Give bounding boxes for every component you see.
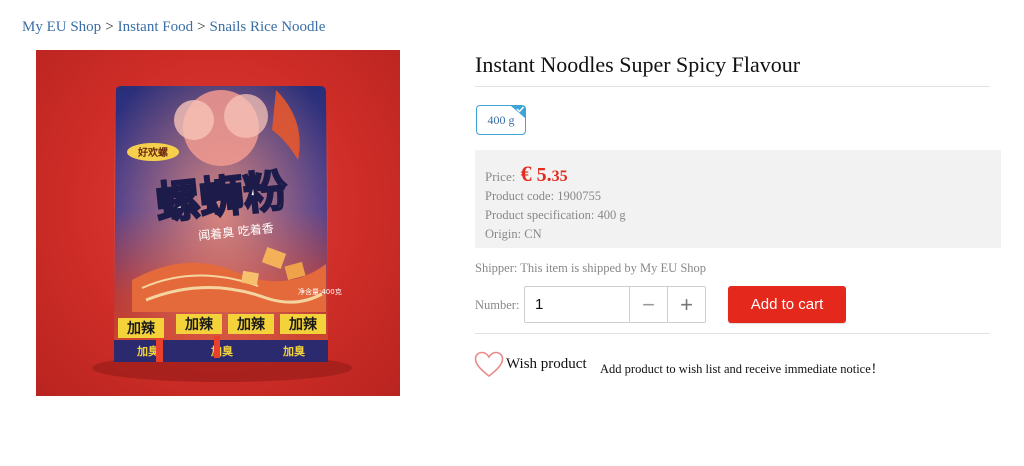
- breadcrumb-separator: >: [105, 19, 114, 35]
- add-to-cart-button[interactable]: Add to cart: [728, 286, 846, 323]
- product-image[interactable]: 好欢螺 螺蛳粉 闻着臭 吃着香 净含量:400克 加辣 加辣 加辣 加辣 加臭 …: [36, 50, 400, 396]
- price-cents: 35: [551, 168, 568, 185]
- breadcrumb: My EU Shop > Instant Food > Snails Rice Nood…: [22, 19, 325, 36]
- price-value: € 5.35: [520, 161, 568, 186]
- svg-text:加辣: 加辣: [288, 316, 318, 333]
- divider: [475, 333, 990, 334]
- wish-product-label: Wish product: [506, 356, 587, 372]
- divider: [475, 86, 990, 87]
- product-info-box: Price: € 5.35 Product code: 1900755 Prod…: [475, 150, 1001, 248]
- svg-text:加辣: 加辣: [126, 320, 156, 337]
- svg-text:加辣: 加辣: [184, 316, 214, 333]
- checkmark-icon: [511, 106, 525, 118]
- price-main: 5.: [536, 164, 552, 186]
- breadcrumb-home-link[interactable]: My EU Shop: [22, 19, 101, 35]
- price-label: Price:: [485, 169, 516, 184]
- package-brand-text: 好欢螺: [137, 146, 168, 159]
- shipper-info: Shipper: This item is shipped by My EU S…: [475, 261, 707, 275]
- breadcrumb-subcategory-link[interactable]: Snails Rice Noodle: [210, 19, 326, 35]
- wish-product-button[interactable]: Wish product: [474, 351, 587, 378]
- noodle-package-illustration: 好欢螺 螺蛳粉 闻着臭 吃着香 净含量:400克 加辣 加辣 加辣 加辣 加臭 …: [92, 86, 352, 382]
- quantity-label: Number:: [475, 298, 520, 312]
- currency-symbol: €: [520, 161, 532, 186]
- breadcrumb-category-link[interactable]: Instant Food: [118, 19, 193, 35]
- svg-text:加臭: 加臭: [282, 344, 305, 358]
- product-origin: Origin: CN: [485, 227, 542, 241]
- product-title: Instant Noodles Super Spicy Flavour: [475, 52, 801, 77]
- product-code: Product code: 1900755: [485, 189, 601, 203]
- quantity-input[interactable]: [525, 287, 629, 322]
- breadcrumb-separator: >: [197, 19, 206, 35]
- price-row: Price: € 5.35: [485, 161, 568, 187]
- svg-text:加辣: 加辣: [236, 316, 266, 333]
- increase-quantity-button[interactable]: +: [667, 287, 705, 322]
- wishlist-note: Add product to wish list and receive imm…: [600, 362, 884, 376]
- product-specification: Product specification: 400 g: [485, 208, 626, 222]
- package-net-weight: 净含量:400克: [298, 287, 342, 296]
- svg-text:加臭: 加臭: [210, 344, 233, 358]
- quantity-stepper: − +: [524, 286, 706, 323]
- heart-icon: [474, 351, 504, 378]
- variant-option-400g[interactable]: 400 g: [476, 105, 526, 135]
- svg-text:加臭: 加臭: [136, 344, 159, 358]
- decrease-quantity-button[interactable]: −: [629, 287, 667, 322]
